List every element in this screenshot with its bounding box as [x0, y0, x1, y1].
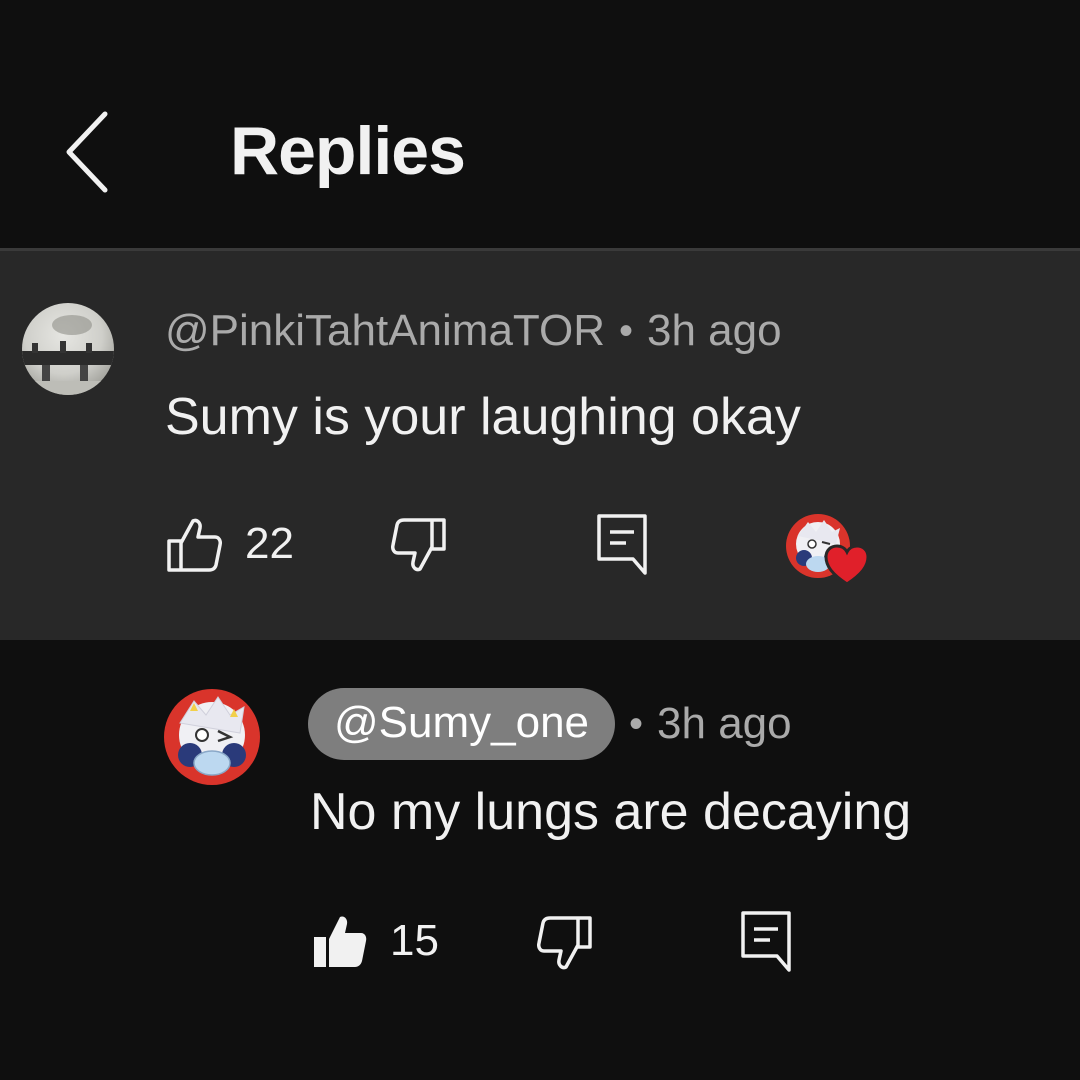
thumbs-down-icon — [537, 916, 592, 970]
parent-dislike-button[interactable] — [390, 517, 448, 575]
thumbs-down-icon — [391, 518, 446, 572]
reply-meta: @Sumy_one • 3h ago — [308, 688, 792, 760]
meta-separator: • — [619, 308, 634, 353]
parent-like-count: 22 — [245, 519, 294, 568]
heart-icon — [824, 544, 870, 586]
comment-icon — [741, 911, 791, 972]
parent-like-button[interactable]: 22 — [165, 515, 294, 573]
reply-dislike-button[interactable] — [536, 915, 594, 973]
reply-timestamp: 3h ago — [657, 699, 792, 748]
parent-meta: @PinkiTahtAnimaTOR • 3h ago — [165, 306, 782, 356]
parent-comment-text: Sumy is your laughing okay — [165, 388, 801, 446]
creator-heart-badge[interactable] — [782, 510, 872, 590]
reply-like-button[interactable]: 15 — [312, 913, 439, 969]
reply-comment: @Sumy_one • 3h ago No my lungs are decay… — [0, 640, 1080, 1080]
header: Replies — [0, 0, 1080, 248]
avatar-photo — [22, 303, 114, 395]
chevron-left-icon — [66, 111, 108, 193]
reply-like-count: 15 — [390, 916, 439, 965]
page-title: Replies — [230, 113, 466, 189]
back-button[interactable] — [48, 100, 128, 204]
parent-reply-button[interactable] — [596, 513, 648, 575]
thumbs-up-icon — [167, 518, 222, 572]
parent-author-handle[interactable]: @PinkiTahtAnimaTOR — [165, 306, 605, 356]
avatar-art — [164, 689, 260, 785]
reply-comment-text: No my lungs are decaying — [310, 783, 912, 841]
reply-author-avatar[interactable] — [164, 689, 260, 785]
meta-separator: • — [629, 701, 644, 746]
reply-reply-button[interactable] — [740, 910, 792, 972]
parent-timestamp: 3h ago — [647, 306, 782, 355]
thumbs-up-filled-icon — [314, 916, 367, 967]
reply-author-handle[interactable]: @Sumy_one — [308, 688, 616, 760]
parent-comment: @PinkiTahtAnimaTOR • 3h ago Sumy is your… — [0, 251, 1080, 640]
comment-icon — [597, 514, 647, 575]
parent-author-avatar[interactable] — [22, 303, 114, 395]
